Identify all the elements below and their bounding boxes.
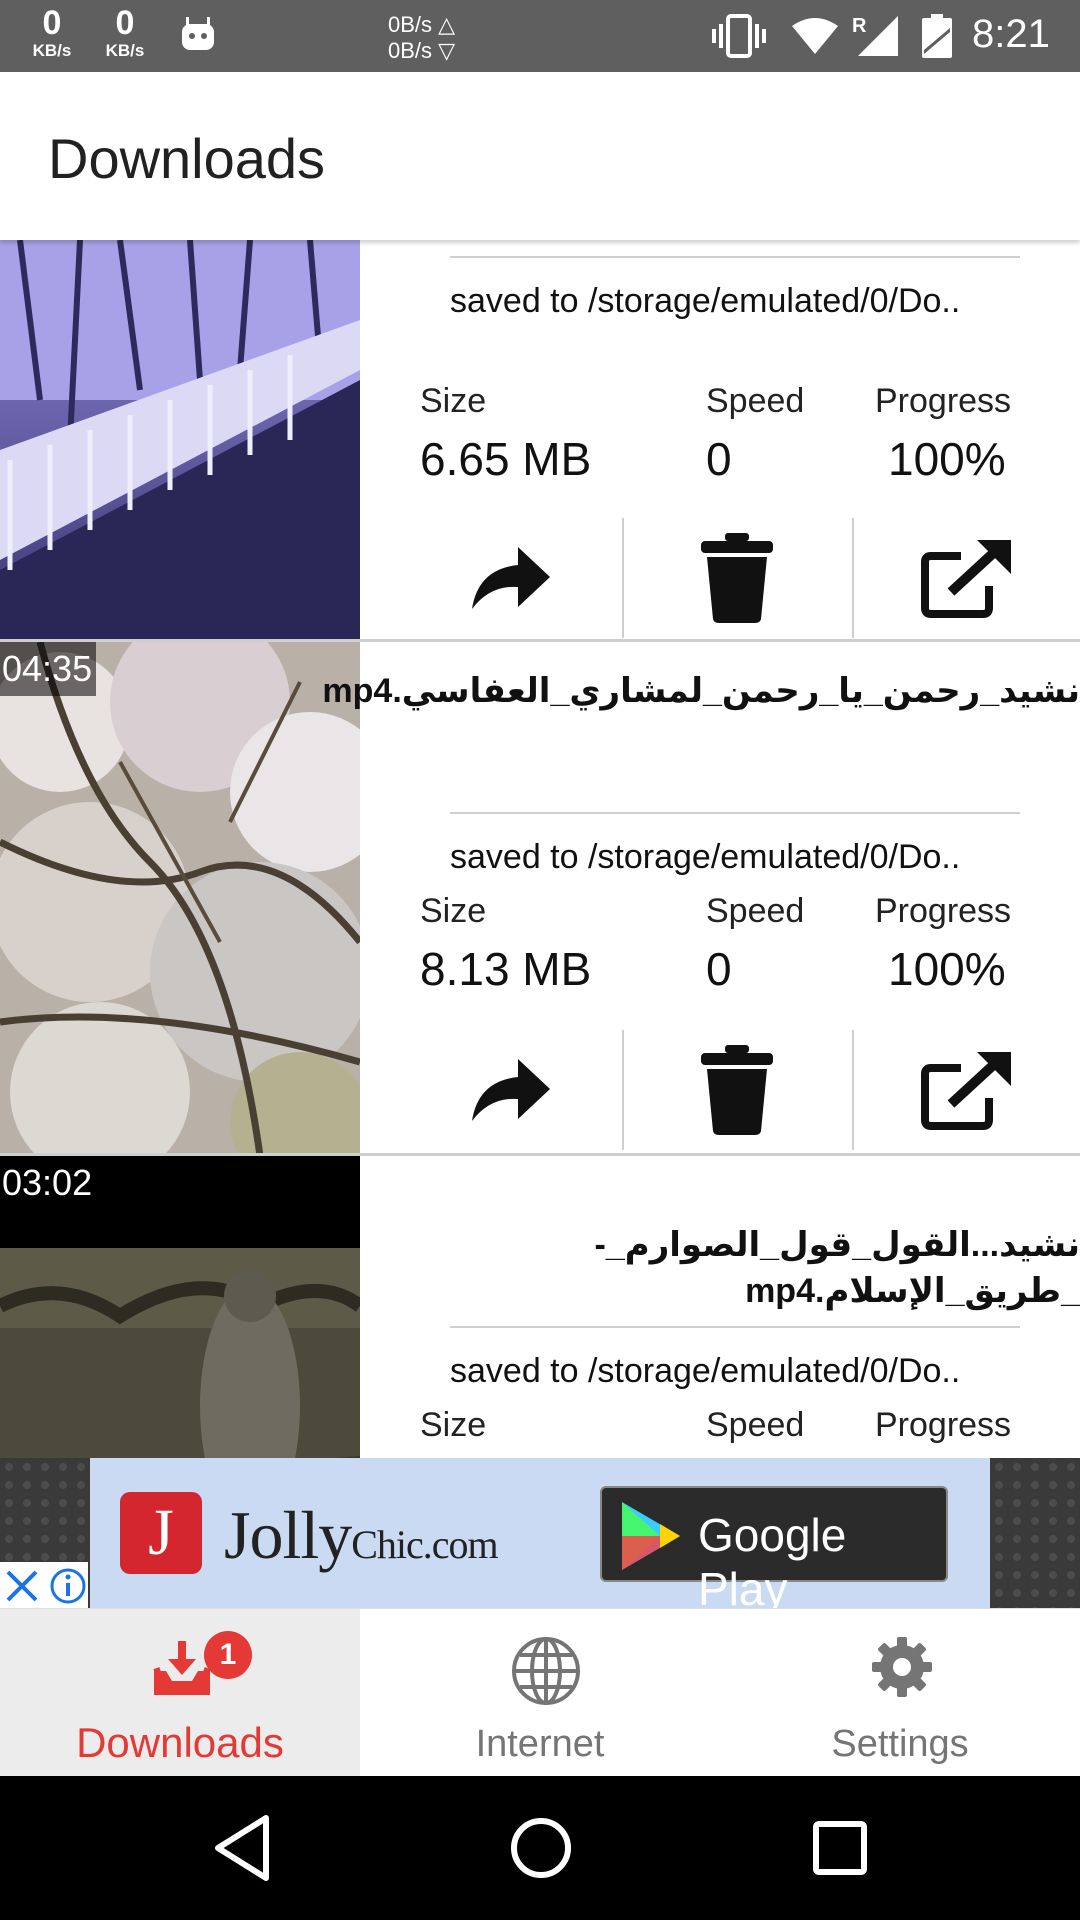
delete-button[interactable]	[624, 518, 850, 638]
size-label: Size	[420, 382, 487, 420]
download-item[interactable]: saved to /storage/emulated/0/Do.. Size S…	[0, 240, 1080, 642]
nav-settings-label: Settings	[831, 1723, 969, 1765]
app-bar: Downloads	[0, 72, 1080, 240]
nav-downloads-label: Downloads	[76, 1719, 284, 1766]
speed-label: Speed	[706, 382, 805, 420]
size-value: 8.13 MB	[420, 943, 592, 995]
home-icon	[511, 1818, 571, 1878]
size-label: Size	[420, 892, 487, 930]
download-item[interactable]: 04:35 نشيد_رحمن_يا_رحمن_لمشاري_العفاسي.m…	[0, 642, 1080, 1156]
google-play-label: Google Play	[698, 1509, 847, 1615]
open-external-button[interactable]	[854, 518, 1080, 638]
speed-label: Speed	[706, 892, 805, 930]
delete-button[interactable]	[624, 1030, 850, 1150]
video-thumbnail[interactable]: 03:02	[0, 1156, 360, 1458]
cell-signal-icon: R	[852, 14, 902, 63]
item-divider	[450, 812, 1020, 814]
ad-creative[interactable]: J JollyChic.com Google Play	[90, 1458, 990, 1615]
progress-label: Progress	[875, 1406, 1012, 1444]
nav-internet[interactable]: Internet	[360, 1609, 720, 1777]
recents-button[interactable]	[810, 1812, 870, 1889]
android-icon	[178, 14, 218, 54]
download-speed-indicator: 0 KB/s	[22, 6, 82, 59]
ad-brand-tail: Chic.com	[351, 1522, 498, 1567]
clock: 8:21	[972, 12, 1050, 56]
back-button[interactable]	[210, 1812, 274, 1889]
share-icon	[472, 547, 550, 609]
nav-settings[interactable]: Settings	[720, 1609, 1080, 1777]
saved-path: saved to /storage/emulated/0/Do..	[450, 1352, 961, 1390]
globe-icon	[510, 1635, 582, 1712]
ad-info-icon	[50, 1568, 86, 1604]
share-icon	[472, 1059, 550, 1121]
item-divider	[450, 1326, 1020, 1328]
file-title: نشيد_رحمن_يا_رحمن_لمشاري_العفاسي.mp4	[322, 672, 1080, 710]
share-button[interactable]	[400, 1030, 620, 1150]
open-external-icon	[921, 1052, 1011, 1130]
delete-icon	[701, 533, 773, 623]
download-speed-value: 0	[42, 4, 62, 42]
download-item[interactable]: 03:02 نشيد...القول_قول_الصوارم_-_طريق_ال…	[0, 1156, 1080, 1458]
size-label: Size	[420, 1406, 487, 1444]
gear-icon	[870, 1635, 934, 1704]
ad-banner[interactable]: J JollyChic.com Google Play	[0, 1458, 1080, 1615]
downloads-list[interactable]: saved to /storage/emulated/0/Do.. Size S…	[0, 240, 1080, 1458]
item-actions	[360, 518, 1080, 638]
downloads-badge: 1	[204, 1631, 252, 1679]
jollychic-logo: J	[120, 1492, 202, 1574]
video-duration: 03:02	[0, 1156, 97, 1210]
page-title: Downloads	[48, 127, 326, 190]
video-thumbnail[interactable]: 04:35	[0, 642, 360, 1153]
network-speed: 0B/s △ 0B/s ▽	[388, 12, 455, 64]
share-button[interactable]	[400, 518, 620, 638]
ad-brand-name: JollyChic.com	[224, 1496, 499, 1575]
delete-icon	[701, 1045, 773, 1135]
ad-close-icon	[6, 1570, 38, 1602]
vibrate-icon	[710, 14, 768, 63]
bottom-navigation: 1 Downloads Internet Settings	[0, 1608, 1080, 1777]
ad-brand-main: Jolly	[224, 1497, 352, 1573]
network-up-speed: 0B/s △	[388, 12, 456, 37]
progress-label: Progress	[875, 382, 1012, 420]
item-divider	[450, 256, 1020, 258]
back-icon	[215, 1815, 269, 1881]
battery-icon	[920, 14, 954, 65]
saved-path: saved to /storage/emulated/0/Do..	[450, 838, 961, 876]
network-down-speed: 0B/s ▽	[388, 38, 456, 63]
speed-value: 0	[706, 433, 732, 485]
size-value: 6.65 MB	[420, 433, 592, 485]
play-store-icon	[622, 1502, 680, 1570]
progress-value: 100%	[888, 943, 1006, 995]
progress-value: 100%	[888, 433, 1006, 485]
file-title: نشيد...القول_قول_الصوارم_-_طريق_الإسلام.…	[594, 1226, 1080, 1310]
video-duration: 04:35	[0, 642, 97, 696]
upload-speed-value: 0	[115, 4, 135, 42]
speed-label: Speed	[706, 1406, 805, 1444]
roaming-indicator: R	[852, 15, 867, 37]
system-navigation-bar	[0, 1776, 1080, 1920]
open-external-icon	[921, 540, 1011, 618]
download-speed-unit: KB/s	[32, 41, 72, 60]
wifi-icon	[790, 16, 840, 61]
nav-internet-label: Internet	[475, 1723, 605, 1765]
home-button[interactable]	[508, 1812, 574, 1889]
open-external-button[interactable]	[854, 1030, 1080, 1150]
progress-label: Progress	[875, 892, 1012, 930]
item-actions	[360, 1030, 1080, 1150]
nav-downloads[interactable]: 1 Downloads	[0, 1609, 360, 1777]
speed-value: 0	[706, 943, 732, 995]
recents-icon	[813, 1821, 867, 1875]
video-thumbnail[interactable]	[0, 240, 360, 639]
upload-speed-unit: KB/s	[105, 41, 145, 60]
download-tray-icon	[150, 1635, 214, 1704]
saved-path: saved to /storage/emulated/0/Do..	[450, 282, 961, 320]
google-play-button[interactable]: Google Play	[600, 1486, 948, 1615]
upload-speed-indicator: 0 KB/s	[95, 6, 155, 59]
ad-controls	[0, 1562, 88, 1608]
status-bar: 0 KB/s 0 KB/s 0B/s △ 0B/s ▽ R 8:21	[0, 0, 1080, 72]
